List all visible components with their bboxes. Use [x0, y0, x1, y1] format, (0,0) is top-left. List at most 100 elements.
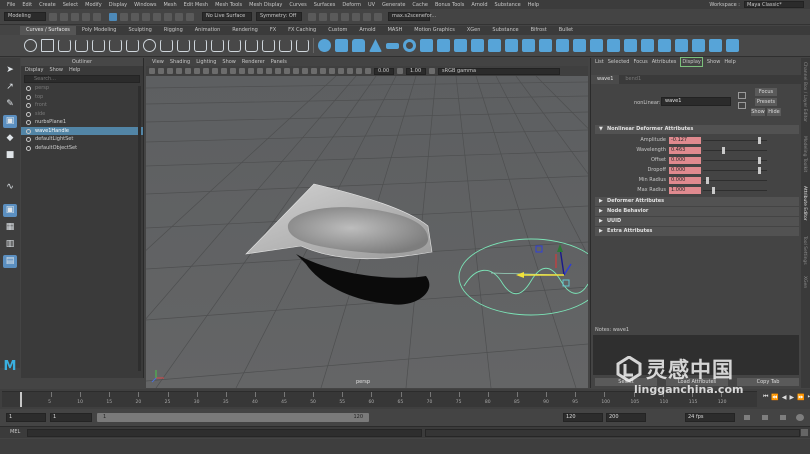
curve-editing-icon[interactable] — [279, 39, 292, 52]
detach-surfaces-icon[interactable] — [641, 39, 654, 52]
colorspace-dropdown[interactable]: sRGB gamma — [438, 67, 560, 75]
camera-select-icon[interactable] — [149, 68, 155, 74]
nurbs-plane-icon[interactable] — [386, 42, 399, 49]
safe-title-icon[interactable] — [239, 68, 245, 74]
snap-surface-icon[interactable] — [186, 12, 194, 21]
add-points-icon[interactable] — [262, 39, 275, 52]
script-editor-icon[interactable] — [801, 429, 808, 436]
outliner-menu-display[interactable]: Display — [25, 66, 43, 74]
anim-prefs-icon[interactable] — [796, 414, 804, 421]
shelf-tab-mash[interactable]: MASH — [382, 26, 409, 35]
pencil-curve-icon[interactable] — [92, 39, 105, 52]
shelf-tab-fx[interactable]: FX — [264, 26, 282, 35]
nurbs-torus-icon[interactable] — [403, 39, 416, 52]
layout-single-icon[interactable]: ▣ — [3, 204, 17, 217]
color-management-icon[interactable] — [429, 68, 435, 74]
vp-menu-renderer[interactable]: Renderer — [242, 58, 265, 66]
nurbs-square-icon[interactable] — [41, 39, 54, 52]
outliner-menu-show[interactable]: Show — [49, 66, 63, 74]
open-scene-icon[interactable] — [60, 12, 68, 21]
slider-thumb[interactable] — [757, 157, 761, 164]
go-to-input-icon[interactable] — [738, 102, 746, 109]
menu-help[interactable]: Help — [528, 2, 539, 8]
nurbs-cone-icon[interactable] — [369, 39, 382, 52]
menu-select[interactable]: Select — [63, 2, 78, 8]
focus-arrow-icon[interactable] — [738, 92, 746, 99]
hide-button[interactable]: Hide — [767, 108, 781, 116]
undo-icon[interactable] — [82, 12, 90, 21]
key-icon[interactable] — [762, 415, 768, 420]
snap-point-icon[interactable] — [164, 12, 172, 21]
field-chart-icon[interactable] — [221, 68, 227, 74]
attribute-value-field[interactable]: 0.000 — [669, 157, 701, 164]
menu-modify[interactable]: Modify — [85, 2, 102, 8]
paint-select-icon[interactable]: ✎ — [3, 98, 17, 111]
outliner-item[interactable]: front — [21, 101, 143, 110]
fps-dropdown[interactable]: 24 fps — [685, 413, 735, 422]
extend-curve-icon[interactable] — [211, 39, 224, 52]
menu-cache[interactable]: Cache — [412, 2, 428, 8]
wireframe-on-shaded-icon[interactable] — [266, 68, 272, 74]
outliner-item[interactable]: defaultObjectSet — [21, 144, 143, 153]
detach-curve-icon[interactable] — [177, 39, 190, 52]
shelf-tab-substance[interactable]: Substance — [486, 26, 524, 35]
select-tool-icon[interactable]: ➤ — [3, 64, 17, 77]
rotate-tool-icon[interactable]: ◆ — [3, 132, 17, 145]
planar-icon[interactable] — [454, 39, 467, 52]
ae-menu-list[interactable]: List — [595, 58, 604, 66]
shelf-tab-rendering[interactable]: Rendering — [226, 26, 264, 35]
shelf-tab-custom[interactable]: Custom — [322, 26, 353, 35]
intersect-surfaces-icon[interactable] — [556, 39, 569, 52]
menu-mesh[interactable]: Mesh — [163, 2, 176, 8]
outliner-item[interactable]: side — [21, 110, 143, 119]
attribute-value-field[interactable]: -0.127 — [669, 137, 701, 144]
render-settings-icon[interactable] — [330, 12, 338, 21]
viewport-panel[interactable]: View Shading Lighting Show Renderer Pane… — [146, 58, 588, 388]
film-gate-icon[interactable] — [194, 68, 200, 74]
outliner-item[interactable]: top — [21, 93, 143, 102]
playback-end-field[interactable]: 120 — [563, 413, 603, 422]
ae-tab-bend1[interactable]: bend1 — [619, 75, 647, 84]
layout-four-icon[interactable]: ▦ — [3, 221, 17, 234]
range-bar[interactable]: 1 120 — [97, 413, 369, 422]
attach-surfaces-icon[interactable] — [624, 39, 637, 52]
side-tab-attribute-editor[interactable]: Attribute Editor — [802, 186, 807, 221]
slider-thumb[interactable] — [757, 137, 761, 144]
slider-thumb[interactable] — [721, 147, 725, 154]
layout-persp-outliner-icon[interactable]: ▥ — [3, 238, 17, 251]
nurbs-circle-icon[interactable] — [24, 39, 37, 52]
live-surface-dropdown[interactable]: No Live Surface — [202, 12, 252, 21]
section-node-behavior[interactable]: ▶ Node Behavior — [595, 207, 799, 216]
menu-bonus-tools[interactable]: Bonus Tools — [435, 2, 464, 8]
render-view-icon[interactable] — [352, 12, 360, 21]
show-button[interactable]: Show — [751, 108, 765, 116]
nurbs-cube-icon[interactable] — [335, 39, 348, 52]
move-tool-icon[interactable]: ▣ — [3, 115, 17, 128]
attribute-value-field[interactable]: 0.000 — [669, 167, 701, 174]
playback-start-field[interactable]: 1 — [50, 413, 92, 422]
symmetry-dropdown[interactable]: Symmetry: Off — [256, 12, 302, 21]
outliner-scrollbar[interactable] — [138, 86, 141, 371]
project-curve-icon[interactable] — [573, 39, 586, 52]
outliner-item[interactable]: persp — [21, 84, 143, 93]
insert-isoparms-icon[interactable] — [675, 39, 688, 52]
ae-menu-help[interactable]: Help — [724, 58, 735, 66]
shadows-icon[interactable] — [293, 68, 299, 74]
revolve-icon[interactable] — [420, 39, 433, 52]
shelf-tab-sculpting[interactable]: Sculpting — [122, 26, 157, 35]
ae-menu-focus[interactable]: Focus — [633, 58, 647, 66]
menu-surfaces[interactable]: Surfaces — [314, 2, 336, 8]
nurbs-cylinder-icon[interactable] — [352, 39, 365, 52]
exposure-icon[interactable] — [365, 68, 371, 74]
attribute-value-field[interactable]: 0.000 — [669, 177, 701, 184]
presets-button[interactable]: Presets — [755, 98, 777, 106]
menu-display[interactable]: Display — [109, 2, 127, 8]
bezier-anchor-icon[interactable] — [296, 39, 309, 52]
isolate-select-icon[interactable] — [329, 68, 335, 74]
shelf-tab-bullet[interactable]: Bullet — [553, 26, 579, 35]
viewport-scene[interactable]: persp — [146, 76, 588, 388]
trim-tool-icon[interactable] — [590, 39, 603, 52]
anim-end-field[interactable]: 200 — [606, 413, 646, 422]
ae-menu-attributes[interactable]: Attributes — [652, 58, 677, 66]
gamma-icon[interactable] — [397, 68, 403, 74]
